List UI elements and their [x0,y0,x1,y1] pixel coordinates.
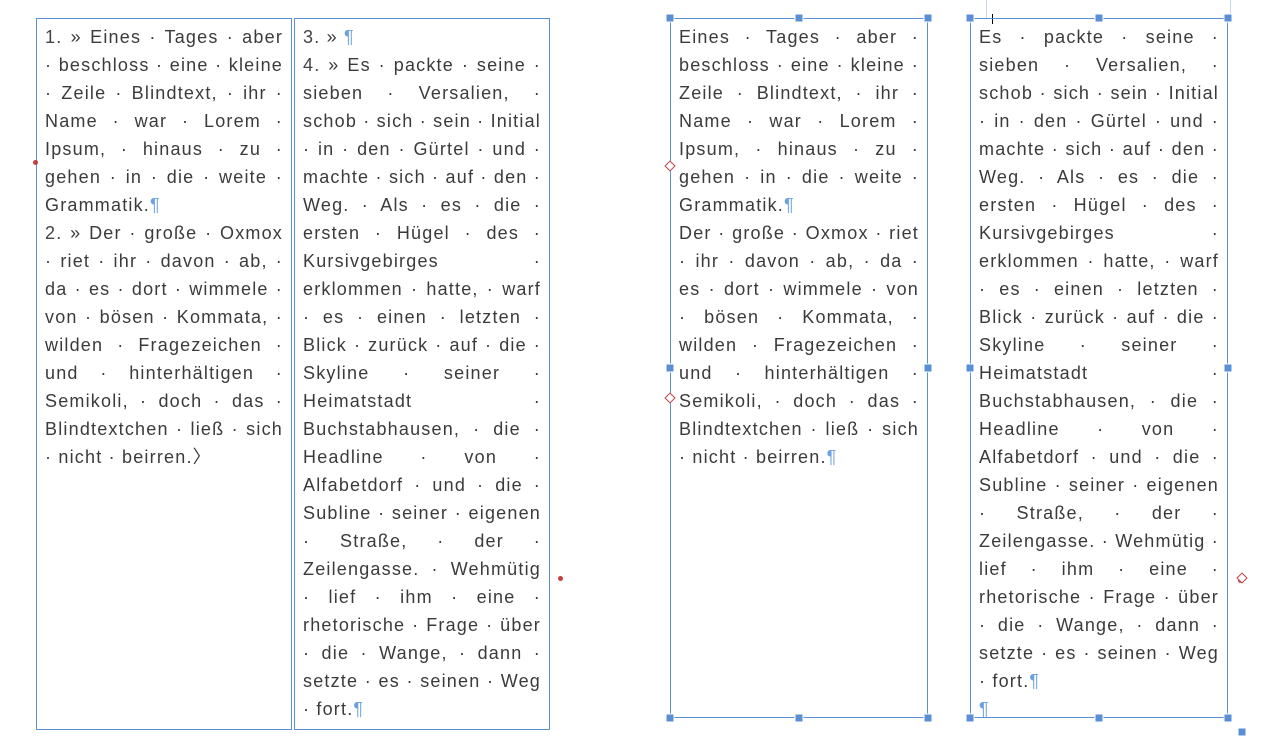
paragraph: Es · packte · seine · sieben · Versalien… [979,23,1219,695]
overflow-indicator[interactable] [33,160,38,165]
text-frame-col1[interactable]: 1. » Eines · Tages · aber · beschloss · … [36,18,292,730]
text-frame-col4[interactable]: Es · packte · seine · sieben · Versalien… [970,18,1228,718]
selection-handle[interactable] [924,14,933,23]
selection-handle[interactable] [1224,364,1233,373]
paragraph: Der · große · Oxmox · riet · ihr · davon… [679,219,919,471]
text-frame-col3[interactable]: Eines · Tages · aber · beschloss · eine … [670,18,928,718]
list-item: 4. » Es · packte · seine · sieben · Vers… [303,51,541,723]
selection-handle[interactable] [1224,714,1233,723]
selection-handle[interactable] [666,364,675,373]
selection-handle[interactable] [666,714,675,723]
selection-handle[interactable] [1095,14,1104,23]
selection-handle[interactable] [966,14,975,23]
list-item: 3. » ¶ [303,23,541,51]
selection-handle[interactable] [966,364,975,373]
list-item: 2. » Der · große · Oxmox · riet · ihr · … [45,219,283,471]
selection-handle[interactable] [966,714,975,723]
paragraph: Eines · Tages · aber · beschloss · eine … [679,23,919,219]
overflow-indicator[interactable] [558,576,563,581]
selection-handle[interactable] [795,14,804,23]
selection-handle[interactable] [1095,714,1104,723]
selection-handle[interactable] [924,364,933,373]
selection-handle[interactable] [1224,14,1233,23]
list-item: 1. » Eines · Tages · aber · beschloss · … [45,23,283,219]
selection-handle[interactable] [1238,728,1247,737]
selection-handle[interactable] [666,14,675,23]
ruler-guide [986,0,987,18]
selection-handle[interactable] [795,714,804,723]
text-frame-col2[interactable]: 3. » ¶4. » Es · packte · seine · sieben … [294,18,550,730]
selection-handle[interactable] [924,714,933,723]
